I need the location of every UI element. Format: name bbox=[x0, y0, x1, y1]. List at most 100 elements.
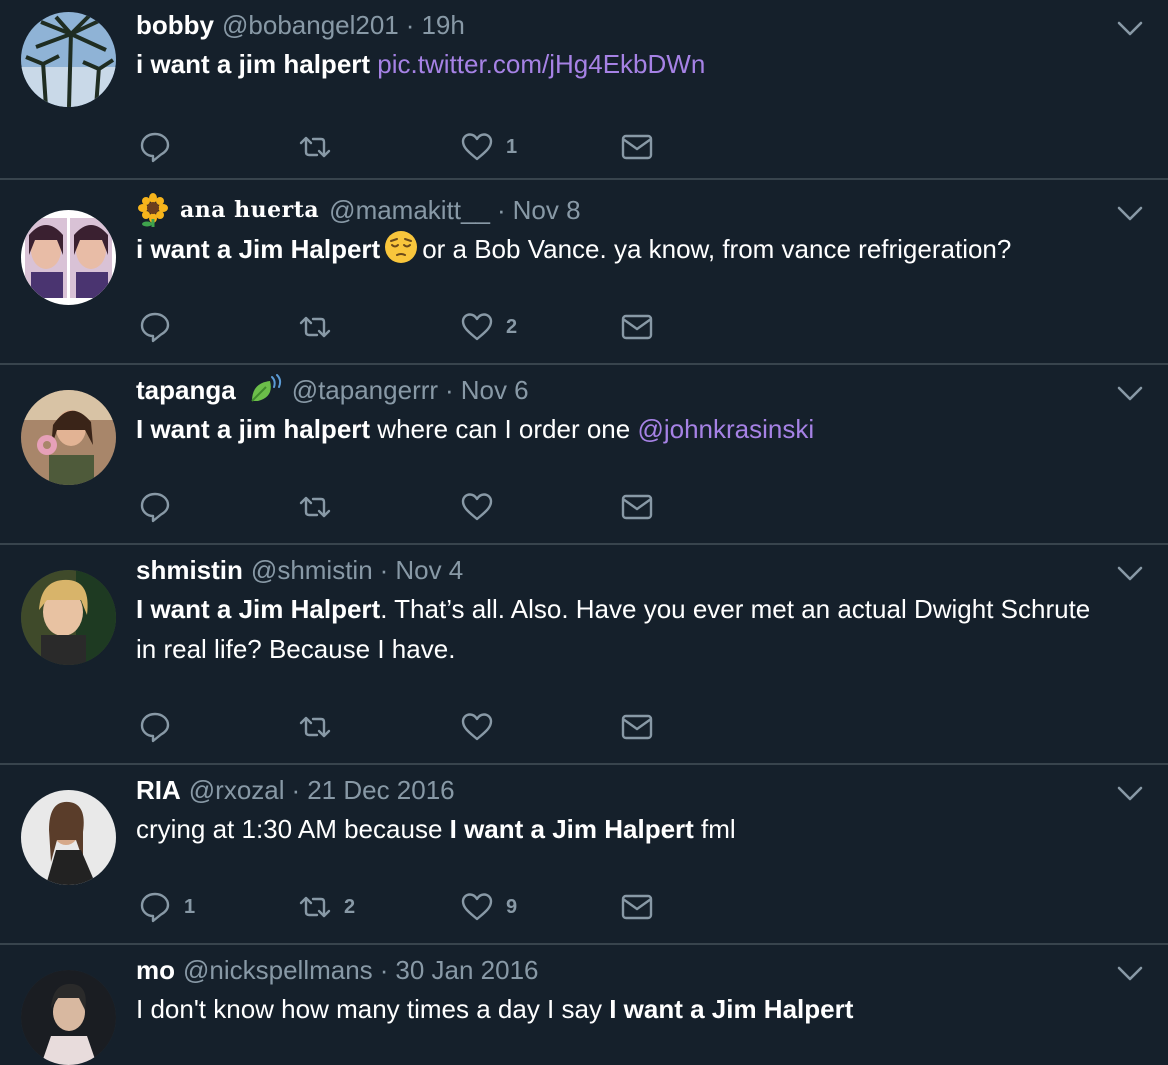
tweet-header: bobby @bobangel201 · 19h bbox=[136, 8, 465, 42]
avatar[interactable] bbox=[21, 790, 116, 885]
handle[interactable]: @shmistin bbox=[251, 555, 373, 586]
display-name[interactable]: RIA bbox=[136, 775, 181, 806]
display-name[interactable]: mo bbox=[136, 955, 175, 986]
avatar-image bbox=[21, 970, 116, 1065]
tweet-link[interactable]: pic.twitter.com/jHg4EkbDWn bbox=[377, 49, 705, 79]
avatar-image bbox=[21, 12, 116, 107]
tweet-actions: 2 bbox=[138, 310, 698, 344]
retweet-icon bbox=[299, 896, 331, 918]
tweet-text-bold: I want a Jim Halpert bbox=[449, 814, 694, 844]
timestamp[interactable]: 21 Dec 2016 bbox=[307, 775, 454, 806]
handle[interactable]: @bobangel201 bbox=[222, 10, 399, 41]
timestamp[interactable]: 30 Jan 2016 bbox=[395, 955, 538, 986]
tweet[interactable]: ana huerta @mamakitt__ · Nov 8 i want a … bbox=[0, 185, 1168, 365]
heart-icon bbox=[461, 713, 493, 741]
reply-button[interactable] bbox=[138, 310, 184, 344]
handle[interactable]: @tapangerrr bbox=[292, 375, 438, 406]
separator-dot: · bbox=[291, 774, 301, 805]
envelope-icon bbox=[621, 494, 653, 520]
timestamp[interactable]: Nov 8 bbox=[513, 195, 581, 226]
like-button[interactable]: 2 bbox=[460, 310, 517, 344]
like-button[interactable]: 1 bbox=[460, 130, 517, 164]
retweet-button[interactable]: 2 bbox=[298, 890, 355, 924]
reply-button[interactable] bbox=[138, 130, 184, 164]
direct-message-button[interactable] bbox=[620, 890, 654, 924]
direct-message-button[interactable] bbox=[620, 490, 654, 524]
reply-button[interactable] bbox=[138, 490, 184, 524]
avatar[interactable] bbox=[21, 210, 116, 305]
tweet[interactable]: tapanga @tapangerrr · Nov 6 I want a jim… bbox=[0, 365, 1168, 545]
chevron-down-icon[interactable] bbox=[1115, 961, 1145, 985]
tweet-actions bbox=[138, 710, 698, 744]
envelope-icon bbox=[621, 894, 653, 920]
tweet-text-rest: where can I order one bbox=[370, 414, 638, 444]
chevron-down-icon[interactable] bbox=[1115, 381, 1145, 405]
handle[interactable]: @mamakitt__ bbox=[329, 195, 490, 226]
separator-dot: · bbox=[445, 374, 454, 405]
like-button[interactable] bbox=[460, 710, 506, 744]
envelope-icon bbox=[621, 314, 653, 340]
tweet-text: I want a Jim Halpert. That’s all. Also. … bbox=[136, 589, 1116, 669]
tweet[interactable]: bobby @bobangel201 · 19h i want a jim ha… bbox=[0, 0, 1168, 180]
tweet[interactable]: shmistin @shmistin · Nov 4 I want a Jim … bbox=[0, 545, 1168, 765]
tweet-text-bold: i want a jim halpert bbox=[136, 49, 371, 79]
avatar[interactable] bbox=[21, 570, 116, 665]
avatar-image bbox=[21, 390, 116, 485]
tweet-header: tapanga @tapangerrr · Nov 6 bbox=[136, 373, 529, 407]
retweet-button[interactable] bbox=[298, 310, 344, 344]
chevron-down-icon[interactable] bbox=[1115, 561, 1145, 585]
display-name[interactable]: ana huerta bbox=[180, 197, 319, 223]
retweet-icon bbox=[299, 136, 331, 158]
mention-link[interactable]: @johnkrasinski bbox=[637, 414, 814, 444]
like-button[interactable] bbox=[460, 490, 506, 524]
tweet-text: i want a jim halpert pic.twitter.com/jHg… bbox=[136, 44, 1116, 84]
tweet-header: mo @nickspellmans · 30 Jan 2016 bbox=[136, 953, 539, 987]
like-count: 1 bbox=[506, 135, 518, 158]
tweet-text-bold: I want a Jim Halpert bbox=[136, 594, 381, 624]
timestamp[interactable]: 19h bbox=[421, 10, 464, 41]
separator-dot: · bbox=[379, 954, 389, 985]
tweet-header: shmistin @shmistin · Nov 4 bbox=[136, 553, 463, 587]
separator-dot: · bbox=[496, 194, 506, 225]
handle[interactable]: @nickspellmans bbox=[183, 955, 373, 986]
like-count: 2 bbox=[506, 315, 518, 338]
timestamp[interactable]: Nov 6 bbox=[461, 375, 529, 406]
retweet-button[interactable] bbox=[298, 490, 344, 524]
direct-message-button[interactable] bbox=[620, 310, 654, 344]
chevron-down-icon[interactable] bbox=[1115, 201, 1145, 225]
avatar-image bbox=[21, 570, 116, 665]
retweet-count: 2 bbox=[344, 895, 356, 918]
reply-icon bbox=[140, 712, 170, 743]
display-name[interactable]: shmistin bbox=[136, 555, 243, 586]
reply-button[interactable] bbox=[138, 710, 184, 744]
handle[interactable]: @rxozal bbox=[189, 775, 285, 806]
avatar-image bbox=[21, 790, 116, 885]
reply-button[interactable]: 1 bbox=[138, 890, 195, 924]
tweet[interactable]: mo @nickspellmans · 30 Jan 2016 I don't … bbox=[0, 945, 1168, 1065]
tweet-header: ana huerta @mamakitt__ · Nov 8 bbox=[136, 193, 581, 227]
retweet-button[interactable] bbox=[298, 130, 344, 164]
chevron-down-icon[interactable] bbox=[1115, 781, 1145, 805]
retweet-icon bbox=[299, 496, 331, 518]
retweet-button[interactable] bbox=[298, 710, 344, 744]
tweet-text-rest: or a Bob Vance. ya know, from vance refr… bbox=[422, 234, 1012, 264]
like-button[interactable]: 9 bbox=[460, 890, 517, 924]
tweet-text: I don't know how many times a day I say … bbox=[136, 989, 1116, 1029]
tweet[interactable]: RIA @rxozal · 21 Dec 2016 crying at 1:30… bbox=[0, 765, 1168, 945]
reply-icon bbox=[140, 132, 170, 163]
display-name[interactable]: bobby bbox=[136, 10, 214, 41]
timestamp[interactable]: Nov 4 bbox=[395, 555, 463, 586]
direct-message-button[interactable] bbox=[620, 130, 654, 164]
display-name[interactable]: tapanga bbox=[136, 375, 236, 406]
chevron-down-icon[interactable] bbox=[1115, 16, 1145, 40]
sunflower-emoji bbox=[136, 193, 170, 227]
tweet-header: RIA @rxozal · 21 Dec 2016 bbox=[136, 773, 455, 807]
heart-icon bbox=[461, 313, 493, 341]
avatar[interactable] bbox=[21, 390, 116, 485]
avatar[interactable] bbox=[21, 12, 116, 107]
direct-message-button[interactable] bbox=[620, 710, 654, 744]
avatar[interactable] bbox=[21, 970, 116, 1065]
tweet-text: i want a Jim Halpert or a Bob Vance. ya k… bbox=[136, 229, 1116, 275]
tweet-text-bold: I want a jim halpert bbox=[136, 414, 371, 444]
heart-icon bbox=[461, 493, 493, 521]
